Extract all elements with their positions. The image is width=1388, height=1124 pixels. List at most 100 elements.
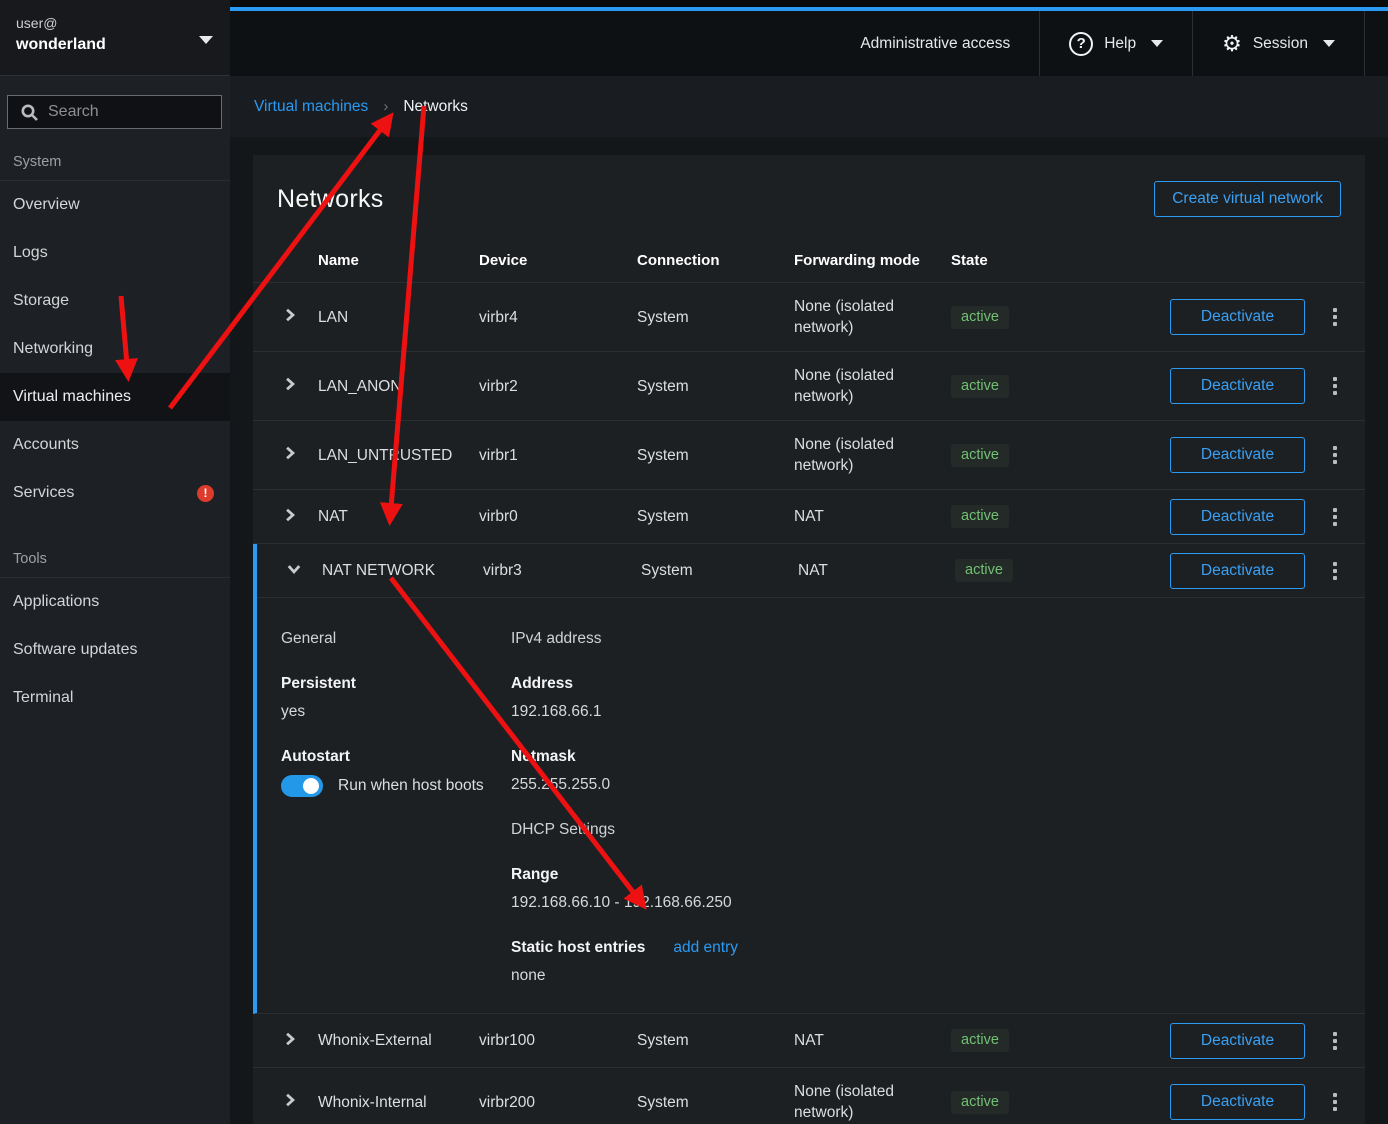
help-label: Help — [1104, 35, 1136, 53]
address-value: 192.168.66.1 — [511, 702, 1341, 721]
range-label: Range — [511, 865, 1341, 884]
exclamation-badge-icon: ! — [197, 485, 214, 502]
table-header-row: Name Device Connection Forwarding mode S… — [253, 239, 1365, 283]
persistent-value: yes — [281, 702, 511, 721]
chevron-right-icon: › — [383, 98, 388, 115]
network-forwarding-mode: None (isolated network) — [794, 352, 951, 420]
expand-row-button[interactable] — [280, 1030, 300, 1050]
network-name: Whonix-External — [318, 1017, 479, 1064]
network-name: Whonix-Internal — [318, 1079, 479, 1124]
network-details-panel: General Persistent yes Autostart Run whe… — [257, 597, 1365, 1013]
help-menu[interactable]: ? Help — [1039, 11, 1192, 76]
breadcrumb: Virtual machines › Networks — [230, 76, 1388, 137]
network-name: LAN_ANON — [318, 363, 479, 410]
kebab-menu-icon[interactable] — [1329, 373, 1341, 399]
status-badge: active — [951, 444, 1009, 467]
kebab-menu-icon[interactable] — [1329, 1089, 1341, 1115]
table-row: LAN virbr4 System None (isolated network… — [253, 283, 1365, 352]
network-name: NAT NETWORK — [322, 547, 483, 594]
administrative-access-label: Administrative access — [860, 35, 1010, 53]
expand-row-button[interactable] — [280, 1092, 300, 1112]
netmask-value: 255.255.255.0 — [511, 775, 1341, 794]
kebab-menu-icon[interactable] — [1329, 504, 1341, 530]
nav-section-title: Tools — [0, 551, 230, 578]
autostart-toggle[interactable] — [281, 775, 323, 797]
add-entry-link[interactable]: add entry — [673, 939, 738, 957]
table-row: LAN_ANON virbr2 System None (isolated ne… — [253, 352, 1365, 421]
breadcrumb-link-virtual-machines[interactable]: Virtual machines — [254, 98, 368, 116]
sidebar-item-services[interactable]: Services ! — [0, 469, 230, 517]
sidebar-item-overview[interactable]: Overview — [0, 181, 230, 229]
expand-row-button[interactable] — [280, 376, 300, 396]
expand-row-button[interactable] — [284, 560, 304, 580]
autostart-text: Run when host boots — [338, 777, 484, 795]
network-connection: System — [637, 1079, 794, 1124]
kebab-menu-icon[interactable] — [1329, 442, 1341, 468]
session-menu[interactable]: ⚙ Session — [1192, 11, 1364, 76]
session-label: Session — [1253, 35, 1308, 53]
table-body: LAN virbr4 System None (isolated network… — [253, 283, 1365, 1124]
gear-icon: ⚙ — [1222, 33, 1242, 55]
status-badge: active — [955, 559, 1013, 582]
column-header-forwarding-mode: Forwarding mode — [794, 252, 951, 269]
deactivate-button[interactable]: Deactivate — [1170, 368, 1305, 404]
network-connection: System — [637, 294, 794, 341]
status-badge: active — [951, 375, 1009, 398]
expand-row-button[interactable] — [280, 445, 300, 465]
network-forwarding-mode: NAT — [794, 1017, 951, 1064]
content: Networks Create virtual network Name Dev… — [230, 137, 1388, 1124]
deactivate-button[interactable]: Deactivate — [1170, 437, 1305, 473]
static-host-entries-value: none — [511, 966, 1341, 985]
range-value: 192.168.66.10 - 192.168.66.250 — [511, 893, 1341, 912]
deactivate-button[interactable]: Deactivate — [1170, 499, 1305, 535]
network-connection: System — [637, 1017, 794, 1064]
sidebar-item-logs[interactable]: Logs — [0, 229, 230, 277]
help-icon: ? — [1069, 32, 1093, 56]
deactivate-button[interactable]: Deactivate — [1170, 553, 1305, 589]
create-virtual-network-button[interactable]: Create virtual network — [1154, 181, 1341, 217]
network-connection: System — [637, 363, 794, 410]
network-name: NAT — [318, 493, 479, 540]
masthead: Administrative access ? Help ⚙ Session — [230, 0, 1388, 76]
masthead-end-divider — [1364, 11, 1388, 76]
nav-section-tools: Tools Applications Software updates Term… — [0, 551, 230, 722]
status-badge: active — [951, 306, 1009, 329]
kebab-menu-icon[interactable] — [1329, 1028, 1341, 1054]
sidebar-item-accounts[interactable]: Accounts — [0, 421, 230, 469]
user-menu[interactable]: user@ wonderland — [0, 0, 230, 76]
deactivate-button[interactable]: Deactivate — [1170, 1023, 1305, 1059]
expand-row-button[interactable] — [280, 506, 300, 526]
administrative-access-button[interactable]: Administrative access — [831, 11, 1039, 76]
nav-section-system: System Overview Logs Storage Networking … — [0, 154, 230, 517]
sidebar-item-terminal[interactable]: Terminal — [0, 674, 230, 722]
network-name: LAN — [318, 294, 479, 341]
network-device: virbr100 — [479, 1017, 637, 1064]
sidebar-item-software-updates[interactable]: Software updates — [0, 626, 230, 674]
kebab-menu-icon[interactable] — [1329, 558, 1341, 584]
static-host-entries-label: Static host entries — [511, 938, 645, 957]
network-forwarding-mode: None (isolated network) — [794, 421, 951, 489]
kebab-menu-icon[interactable] — [1329, 304, 1341, 330]
network-device: virbr4 — [479, 294, 637, 341]
persistent-label: Persistent — [281, 674, 511, 693]
sidebar-item-applications[interactable]: Applications — [0, 578, 230, 626]
search-input[interactable] — [7, 95, 222, 129]
network-device: virbr200 — [479, 1079, 637, 1124]
network-forwarding-mode: NAT — [794, 493, 951, 540]
network-device: virbr3 — [483, 547, 641, 594]
deactivate-button[interactable]: Deactivate — [1170, 1084, 1305, 1120]
chevron-down-icon — [1151, 40, 1163, 47]
page-title: Networks — [277, 185, 384, 214]
deactivate-button[interactable]: Deactivate — [1170, 299, 1305, 335]
user-name: user@ — [16, 15, 214, 31]
expand-row-button[interactable] — [280, 307, 300, 327]
sidebar-item-virtual-machines[interactable]: Virtual machines — [0, 373, 230, 421]
network-device: virbr0 — [479, 493, 637, 540]
autostart-label: Autostart — [281, 747, 511, 766]
sidebar-item-storage[interactable]: Storage — [0, 277, 230, 325]
status-badge: active — [951, 505, 1009, 528]
search-icon — [20, 103, 39, 122]
nav-section-title: System — [0, 154, 230, 181]
sidebar-item-networking[interactable]: Networking — [0, 325, 230, 373]
network-connection: System — [637, 432, 794, 479]
